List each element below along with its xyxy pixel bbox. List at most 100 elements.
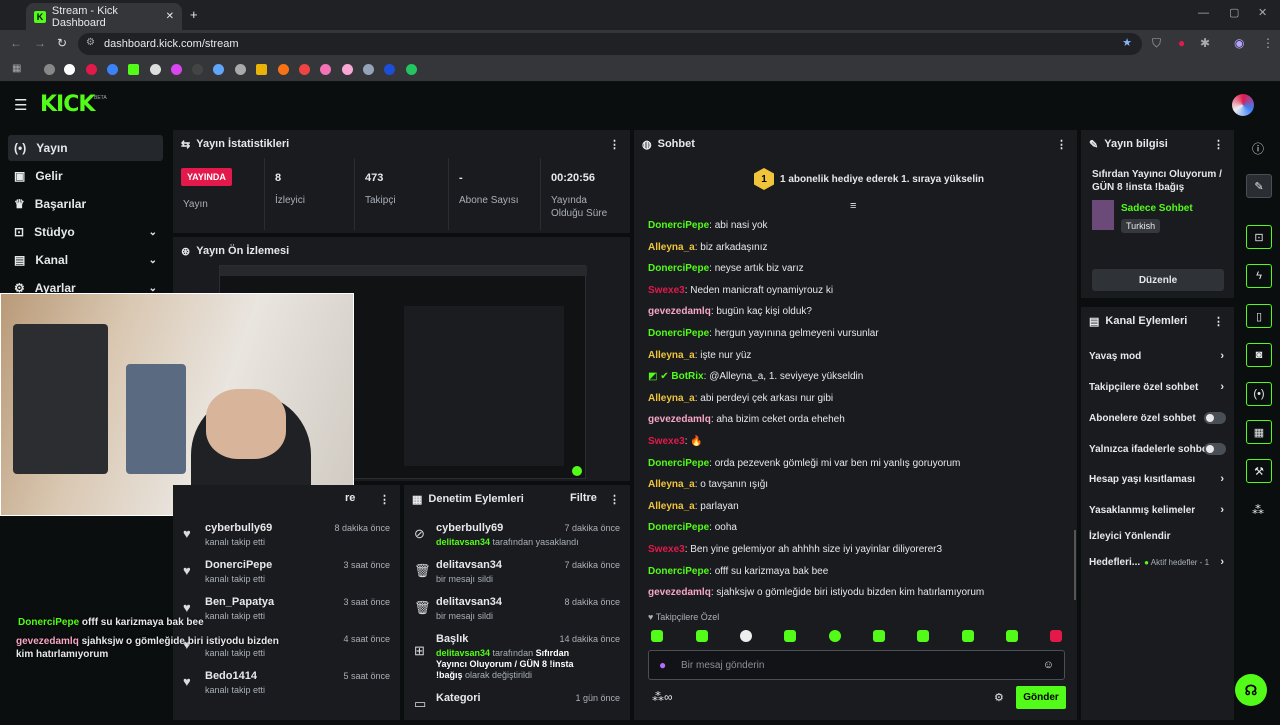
emote-icon[interactable] <box>917 630 929 642</box>
chat-message[interactable]: gevezedamlq: aha bizim ceket orda eheheh <box>648 414 1068 425</box>
kick-logo[interactable]: KICK <box>40 92 95 117</box>
action-followers-only[interactable]: Takipçilere özel sohbet › <box>1089 377 1226 397</box>
chat-username[interactable]: Alleyna_a <box>648 393 695 404</box>
bookmark-icon[interactable] <box>363 64 374 75</box>
emote-icon[interactable] <box>651 630 663 642</box>
chat-message[interactable]: ◩ ✔ BotRix: @Alleyna_a, 1. seviyeye yüks… <box>648 371 1068 382</box>
filter-button[interactable]: Filtre <box>570 492 597 504</box>
chat-username[interactable]: Swexe3 <box>648 285 685 296</box>
chat-username[interactable]: gevezedamlq <box>648 587 711 598</box>
sidebar-item-kanal[interactable]: ▤ Kanal ⌄ <box>8 247 163 273</box>
rail-moderation-button[interactable]: ▦ <box>1246 420 1272 444</box>
chat-message[interactable]: Alleyna_a: işte nur yüz <box>648 350 1068 361</box>
bookmark-icon[interactable] <box>320 64 331 75</box>
chat-message[interactable]: Alleyna_a: abi perdeyi çek arkası nur gi… <box>648 393 1068 404</box>
minimize-icon[interactable]: — <box>1198 7 1209 19</box>
sidebar-item-yayin[interactable]: (•) Yayın <box>8 135 163 161</box>
activity-item[interactable]: ♥ DonerciPepe kanalı takip etti 3 saat ö… <box>173 555 400 592</box>
maximize-icon[interactable]: ▢ <box>1229 6 1239 19</box>
chat-username[interactable]: Alleyna_a <box>648 479 695 490</box>
action-goals[interactable]: Hedefleri... ● Aktif hedefler - 1 › <box>1089 552 1226 572</box>
chat-message[interactable]: Swexe3: Ben yine gelemiyor ah ahhhh size… <box>648 544 1068 555</box>
bookmark-icon[interactable] <box>342 64 353 75</box>
extensions-puzzle-icon[interactable]: ✱ <box>1200 36 1210 50</box>
chat-username[interactable]: DonerciPepe <box>648 566 709 577</box>
profile-icon[interactable]: ◉ <box>1234 36 1244 50</box>
chat-scrollbar[interactable] <box>1074 530 1076 600</box>
apps-grid-icon[interactable]: ▦ <box>12 63 21 74</box>
bookmark-star-icon[interactable]: ★ <box>1122 36 1132 49</box>
action-slow-mode[interactable]: Yavaş mod › <box>1089 346 1226 366</box>
chat-message[interactable]: DonerciPepe: neyse artık biz varız <box>648 263 1068 274</box>
window-close-icon[interactable]: ✕ <box>1258 6 1267 19</box>
moderation-item[interactable]: ⊞ Başlık delitavsan34 tarafından Sıfırda… <box>404 629 630 687</box>
chat-username[interactable]: Alleyna_a <box>648 501 695 512</box>
chat-username[interactable]: BotRix <box>671 371 703 382</box>
chat-username[interactable]: gevezedamlq <box>648 414 711 425</box>
action-account-age[interactable]: Hesap yaşı kısıtlaması › <box>1089 469 1226 489</box>
emote-icon[interactable] <box>962 630 974 642</box>
action-emotes-only[interactable]: Yalnızca ifadelerle sohbet <box>1089 439 1226 459</box>
rail-notes-button[interactable]: ▯ <box>1246 304 1272 328</box>
emote-icon[interactable] <box>829 630 841 642</box>
bookmark-icon[interactable] <box>299 64 310 75</box>
more-options-icon[interactable]: ⋮ <box>609 493 620 506</box>
extension-red-icon[interactable]: ● <box>1178 36 1185 50</box>
action-banned-words[interactable]: Yasaklanmış kelimeler › <box>1089 500 1226 520</box>
sidebar-item-basarilar[interactable]: ♛ Başarılar <box>8 191 163 217</box>
sidebar-item-studyo[interactable]: ⊡ Stüdyo ⌄ <box>8 219 163 245</box>
gear-icon[interactable]: ⚙ <box>994 691 1004 704</box>
category-link[interactable]: Sadece Sohbet <box>1121 203 1193 214</box>
chat-message[interactable]: Alleyna_a: o tavşanın ışığı <box>648 479 1068 490</box>
chat-message[interactable]: Swexe3: Neden manicraft oynamiyrouz ki <box>648 285 1068 296</box>
bookmark-icon[interactable] <box>278 64 289 75</box>
browser-menu-icon[interactable]: ⋮ <box>1262 36 1274 50</box>
moderation-item[interactable]: 🗑 delitavsan34 bir mesajı sildi 7 dakika… <box>404 555 630 592</box>
chat-message[interactable]: gevezedamlq: sjahksjw o gömleğide biri i… <box>648 587 1068 598</box>
chat-username[interactable]: DonerciPepe <box>648 458 709 469</box>
more-options-icon[interactable]: ⋮ <box>379 493 390 506</box>
chat-message[interactable]: DonerciPepe: hergun yayınına gelmeyeni v… <box>648 328 1068 339</box>
chat-message[interactable]: DonerciPepe: abi nasi yok <box>648 220 1068 231</box>
activity-item[interactable]: ♥ cyberbully69 kanalı takip etti 8 dakik… <box>173 518 400 555</box>
user-avatar[interactable] <box>1232 94 1254 116</box>
emote-icon[interactable] <box>873 630 885 642</box>
viewers-icon[interactable]: ⁂∞ <box>652 690 673 704</box>
action-host-viewers[interactable]: İzleyici Yönlendir <box>1089 526 1226 546</box>
rail-edit-button[interactable]: ✎ <box>1246 174 1272 198</box>
emoji-icon[interactable]: ☺ <box>1043 659 1054 671</box>
emote-icon[interactable] <box>784 630 796 642</box>
emote-icon[interactable] <box>740 630 752 642</box>
action-subscribers-only[interactable]: Abonelere özel sohbet <box>1089 408 1226 428</box>
chat-username[interactable]: Alleyna_a <box>648 242 695 253</box>
browser-tab[interactable]: K Stream - Kick Dashboard ✕ <box>26 3 182 30</box>
chat-username[interactable]: Alleyna_a <box>648 350 695 361</box>
chat-message[interactable]: DonerciPepe: ooha <box>648 522 1068 533</box>
moderation-item[interactable]: ▭ Kategori 1 gün önce <box>404 688 630 725</box>
edit-button[interactable]: Düzenle <box>1092 269 1224 291</box>
site-info-icon[interactable]: ⚙ <box>86 37 95 48</box>
chat-message[interactable]: DonerciPepe: offf su karizmaya bak bee <box>648 566 1068 577</box>
pinned-goal[interactable]: 1 1 abonelik hediye ederek 1. sıraya yük… <box>754 168 984 190</box>
bookmark-icon[interactable] <box>44 64 55 75</box>
emote-icon[interactable] <box>696 630 708 642</box>
activity-item[interactable]: ♥ Bedo1414 kanalı takip etti 5 saat önce <box>173 666 400 703</box>
rail-quick-actions-button[interactable]: ϟ <box>1246 264 1272 288</box>
emotes-only-toggle[interactable] <box>1204 443 1226 455</box>
more-options-icon[interactable]: ⋮ <box>609 138 620 151</box>
chat-username[interactable]: DonerciPepe <box>648 263 709 274</box>
rail-tools-button[interactable]: ⚒ <box>1246 459 1272 483</box>
tab-close-icon[interactable]: ✕ <box>166 11 174 22</box>
bookmark-icon[interactable] <box>235 64 246 75</box>
chat-username[interactable]: DonerciPepe <box>648 522 709 533</box>
emote-icon[interactable] <box>1006 630 1018 642</box>
extension-shield-icon[interactable]: ⛉ <box>1152 36 1161 51</box>
chat-username[interactable]: DonerciPepe <box>648 220 709 231</box>
bookmark-icon[interactable] <box>150 64 161 75</box>
more-options-icon[interactable]: ⋮ <box>1213 138 1224 151</box>
chat-username[interactable]: gevezedamlq <box>648 306 711 317</box>
rail-chat-button[interactable]: ◙ <box>1246 343 1272 367</box>
address-bar[interactable]: ⚙ dashboard.kick.com/stream ★ <box>78 33 1142 55</box>
info-icon[interactable]: ⓘ <box>1252 140 1264 157</box>
emote-icon[interactable] <box>1050 630 1062 642</box>
